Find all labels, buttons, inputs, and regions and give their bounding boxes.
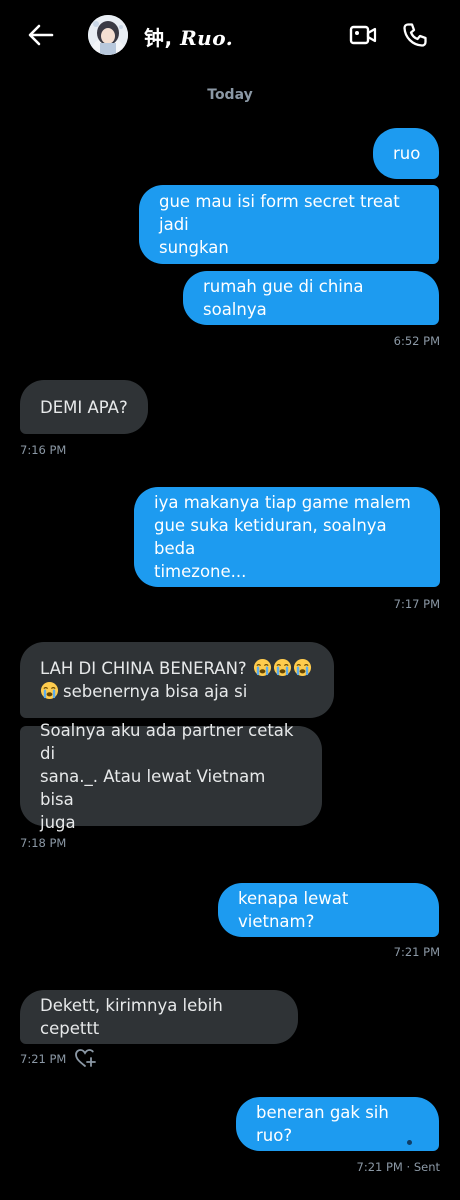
contact-name[interactable]: 钟, Ruo. xyxy=(144,22,233,51)
arrow-left-icon xyxy=(28,24,54,46)
message-bubble-incoming[interactable]: DEMI APA? xyxy=(20,380,148,434)
message-text-line: sebenernya bisa aja si xyxy=(40,680,247,703)
message-timestamp: 6:52 PM xyxy=(393,334,440,348)
message-text: beneran gak sih ruo? xyxy=(256,1103,389,1145)
loudly-crying-face-icon xyxy=(40,681,59,700)
loudly-crying-face-icon xyxy=(293,658,312,677)
message-text-line: juga xyxy=(40,812,76,832)
loudly-crying-face-icon xyxy=(253,658,272,677)
message-bubble-outgoing[interactable]: kenapa lewat vietnam? xyxy=(218,883,439,937)
message-text: rumah gue di china soalnya xyxy=(203,277,364,319)
contact-name-prefix: 钟, xyxy=(144,26,181,50)
phone-icon xyxy=(403,23,427,47)
message-timestamp: 7:16 PM xyxy=(20,443,67,457)
conversation-header: 钟, Ruo. xyxy=(0,0,460,70)
message-text: DEMI APA? xyxy=(40,397,128,417)
video-call-icon xyxy=(349,25,377,45)
message-text: ruo xyxy=(393,144,421,163)
loudly-crying-face-icon xyxy=(273,658,292,677)
message-timestamp: 7:18 PM xyxy=(20,836,67,850)
message-text-line: timezone... xyxy=(154,562,247,581)
date-separator: Today xyxy=(207,87,253,103)
message-text: sebenernya bisa aja si xyxy=(63,682,248,701)
message-text-line: iya makanya tiap game malem xyxy=(154,493,411,512)
message-bubble-outgoing[interactable]: gue mau isi form secret treat jadi sungk… xyxy=(139,185,439,264)
message-bubble-incoming[interactable]: LAH DI CHINA BENERAN? sebenernya bisa aj… xyxy=(20,642,334,718)
avatar[interactable] xyxy=(88,15,128,55)
message-text-line: sungkan xyxy=(159,238,229,257)
dm-conversation-screen: 钟, Ruo. Today ruo gue mau isi form secre… xyxy=(0,0,460,1200)
add-reaction-button[interactable] xyxy=(74,1047,96,1069)
video-call-button[interactable] xyxy=(348,20,378,50)
message-text-line: gue mau isi form secret treat jadi xyxy=(159,192,400,234)
message-text: kenapa lewat vietnam? xyxy=(238,889,349,931)
message-text-line: LAH DI CHINA BENERAN? xyxy=(40,657,312,680)
message-text: LAH DI CHINA BENERAN? xyxy=(40,659,247,678)
message-timestamp: 7:21 PM xyxy=(393,945,440,959)
message-bubble-incoming[interactable]: Soalnya aku ada partner cetak di sana._.… xyxy=(20,721,322,832)
message-text-line: gue suka ketiduran, soalnya beda xyxy=(154,516,387,558)
message-timestamp: 7:21 PM xyxy=(20,1052,67,1066)
add-reaction-heart-icon xyxy=(75,1049,96,1067)
message-timestamp-sent: 7:21 PM · Sent xyxy=(356,1160,440,1174)
message-bubble-incoming[interactable]: Dekett, kirimnya lebih cepettt xyxy=(20,990,298,1044)
contact-name-styled: Ruo. xyxy=(180,26,234,50)
voice-call-button[interactable] xyxy=(400,20,430,50)
message-bubble-outgoing[interactable]: ruo xyxy=(373,128,439,179)
avatar-image xyxy=(88,15,128,55)
back-button[interactable] xyxy=(26,20,56,50)
message-timestamp: 7:17 PM xyxy=(393,597,440,611)
message-text: Dekett, kirimnya lebih cepettt xyxy=(40,996,223,1038)
message-text-line: Soalnya aku ada partner cetak di xyxy=(40,720,294,763)
message-bubble-outgoing[interactable]: iya makanya tiap game malem gue suka ket… xyxy=(134,487,440,587)
message-text-line: sana._. Atau lewat Vietnam bisa xyxy=(40,766,266,809)
message-bubble-outgoing[interactable]: rumah gue di china soalnya xyxy=(183,271,439,325)
read-indicator xyxy=(407,1140,412,1145)
